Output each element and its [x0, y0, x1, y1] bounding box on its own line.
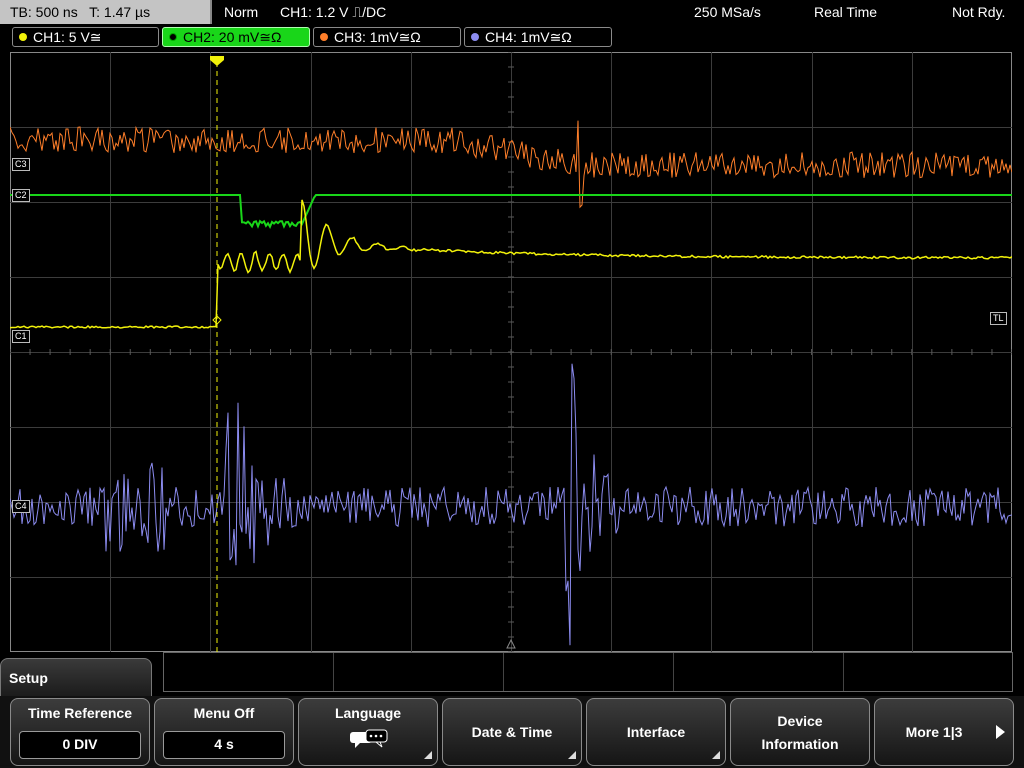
- softkey-title-line2: Information: [761, 736, 839, 752]
- channel-tab-label: CH1: 5 V≅: [33, 29, 102, 45]
- acquisition-status: Not Rdy.: [952, 4, 1006, 20]
- softkey-title: Language: [334, 705, 402, 721]
- ch4-color-dot: [471, 33, 479, 41]
- info-cell: [504, 653, 674, 691]
- menu-title: Setup: [0, 658, 152, 698]
- softkey-title: Time Reference: [27, 705, 132, 721]
- channel-tab-label: CH4: 1mV≅Ω: [485, 29, 572, 45]
- timebase-value: TB: 500 ns: [10, 4, 78, 20]
- channel-tab-label: CH3: 1mV≅Ω: [334, 29, 421, 45]
- interface-softkey[interactable]: Interface: [586, 698, 726, 766]
- ch4-offset-marker[interactable]: C4: [12, 500, 30, 513]
- language-softkey[interactable]: Language: [298, 698, 438, 766]
- ch3-offset-marker[interactable]: C3: [12, 158, 30, 171]
- ch2-offset-marker[interactable]: C2: [12, 189, 30, 202]
- waveform-canvas: [10, 52, 1012, 652]
- softkey-title-line1: Device: [777, 713, 823, 729]
- timebase-readout[interactable]: TB: 500 ns T: 1.47 µs: [0, 0, 212, 24]
- channel-tab-label: CH2: 20 mV≅Ω: [183, 29, 282, 45]
- submenu-indicator-icon: [568, 751, 576, 759]
- info-cell: [164, 653, 334, 691]
- channel-tab-ch2[interactable]: CH2: 20 mV≅Ω: [162, 27, 310, 47]
- status-bar: TB: 500 ns T: 1.47 µs Norm CH1: 1.2 V ⎍/…: [0, 0, 1024, 25]
- trigger-position-icon: [210, 56, 224, 66]
- device-information-softkey[interactable]: Device Information: [730, 698, 870, 766]
- softkey-title: More 1|3: [905, 724, 963, 740]
- trigger-time-value: T: 1.47 µs: [89, 4, 151, 20]
- trigger-info[interactable]: CH1: 1.2 V ⎍/DC: [280, 0, 386, 24]
- channel-tab-ch4[interactable]: CH4: 1mV≅Ω: [464, 27, 612, 47]
- date-time-softkey[interactable]: Date & Time: [442, 698, 582, 766]
- info-cell: [334, 653, 504, 691]
- channel-tab-ch3[interactable]: CH3: 1mV≅Ω: [313, 27, 461, 47]
- submenu-indicator-icon: [712, 751, 720, 759]
- time-reference-value: 0 DIV: [19, 731, 141, 759]
- ch1-color-dot: [19, 33, 27, 41]
- ch1-offset-marker[interactable]: C1: [12, 330, 30, 343]
- more-softkey[interactable]: More 1|3: [874, 698, 1014, 766]
- ch2-color-dot: [169, 33, 177, 41]
- menu-off-softkey[interactable]: Menu Off 4 s: [154, 698, 294, 766]
- sample-rate: 250 MSa/s: [694, 4, 761, 20]
- channel-tab-ch1[interactable]: CH1: 5 V≅: [12, 27, 159, 47]
- submenu-indicator-icon: [424, 751, 432, 759]
- acquisition-mode: Real Time: [814, 4, 878, 20]
- speech-bubble-icon: [350, 729, 388, 748]
- info-grid: [163, 652, 1013, 692]
- trigger-level-marker[interactable]: TL: [990, 312, 1007, 325]
- softkey-title: Menu Off: [193, 705, 255, 721]
- softkey-title: Date & Time: [471, 724, 553, 740]
- softkey-title: Interface: [626, 724, 686, 740]
- info-cell: [674, 653, 844, 691]
- time-reference-softkey[interactable]: Time Reference 0 DIV: [10, 698, 150, 766]
- menu-off-value: 4 s: [163, 731, 285, 759]
- next-page-icon: [996, 725, 1005, 739]
- ch3-color-dot: [320, 33, 328, 41]
- trigger-mode[interactable]: Norm: [224, 0, 258, 24]
